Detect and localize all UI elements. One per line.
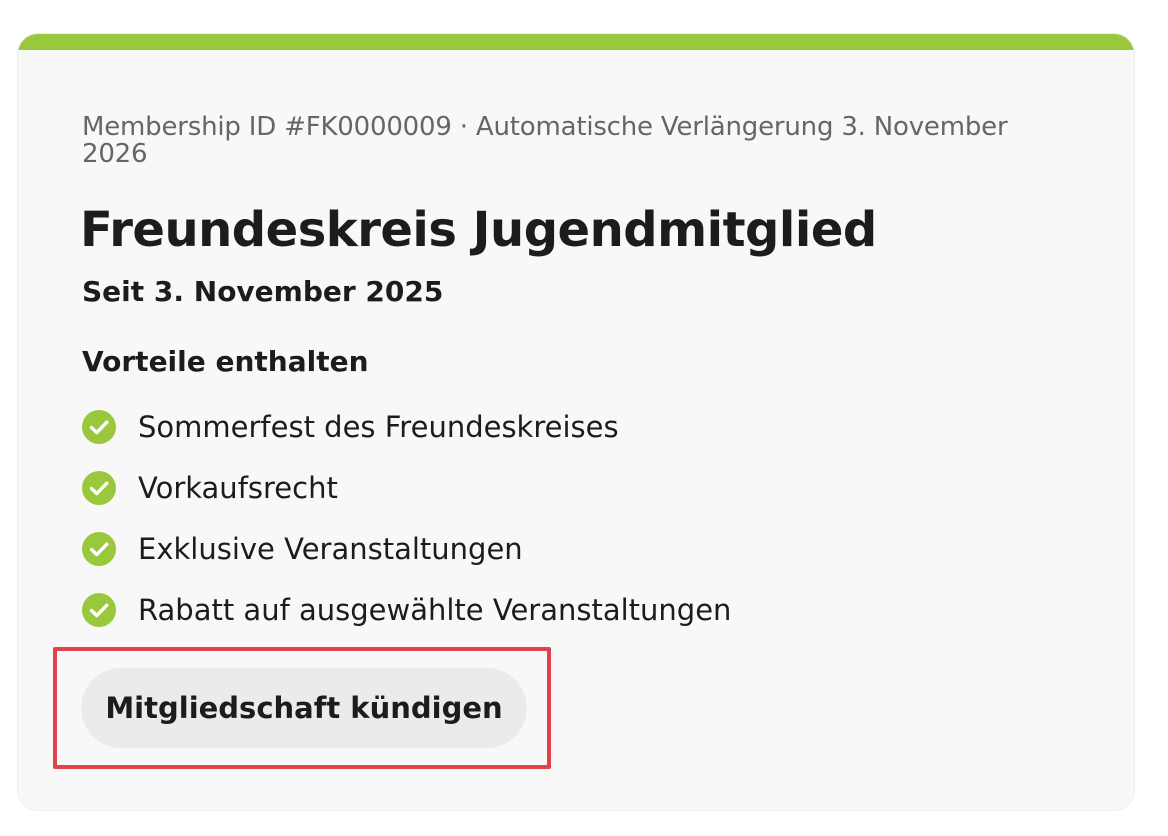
benefit-label: Exklusive Veranstaltungen bbox=[138, 531, 523, 566]
check-circle-icon bbox=[82, 592, 116, 627]
benefit-label: Vorkaufsrecht bbox=[138, 470, 338, 505]
benefit-label: Rabatt auf ausgewählte Veranstaltungen bbox=[138, 592, 732, 627]
cancel-membership-button[interactable]: Mitgliedschaft kündigen bbox=[81, 668, 527, 748]
check-circle-icon bbox=[82, 470, 116, 505]
card-accent-bar bbox=[18, 34, 1134, 50]
membership-meta: Membership ID #FK0000009 · Automatische … bbox=[82, 112, 1008, 169]
membership-title: Freundeskreis Jugendmitglied bbox=[80, 202, 877, 258]
benefits-heading: Vorteile enthalten bbox=[82, 345, 369, 378]
check-circle-icon bbox=[82, 531, 116, 566]
benefit-item: Exklusive Veranstaltungen bbox=[82, 518, 731, 579]
benefit-item: Sommerfest des Freundeskreises bbox=[82, 396, 731, 457]
membership-card: Membership ID #FK0000009 · Automatische … bbox=[18, 34, 1134, 810]
check-circle-icon bbox=[82, 409, 116, 444]
benefit-item: Rabatt auf ausgewählte Veranstaltungen bbox=[82, 579, 731, 640]
membership-since-date: Seit 3. November 2025 bbox=[82, 275, 444, 308]
benefit-label: Sommerfest des Freundeskreises bbox=[138, 409, 619, 444]
benefit-item: Vorkaufsrecht bbox=[82, 457, 731, 518]
benefits-list: Sommerfest des Freundeskreises Vorkaufsr… bbox=[82, 396, 731, 640]
